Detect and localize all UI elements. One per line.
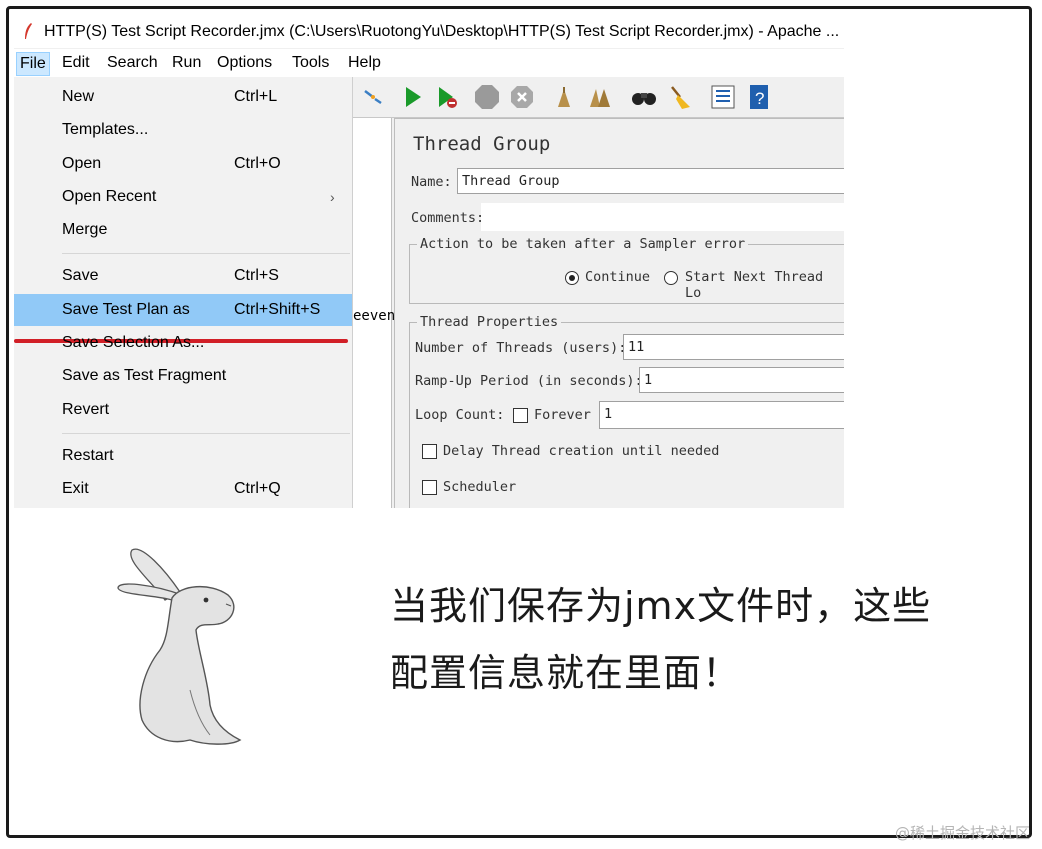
comments-label: Comments: [411,210,485,226]
panel-title: Thread Group [413,133,551,155]
menu-item-new[interactable]: New Ctrl+L [14,82,352,112]
delay-thread-checkbox[interactable] [422,444,437,459]
continue-label: Continue [585,269,651,285]
start-next-thread-radio[interactable] [664,271,678,285]
menu-item-save[interactable]: Save Ctrl+S [14,261,352,291]
file-menu-dropdown: New Ctrl+L Templates... Open Ctrl+O Open R… [14,77,353,508]
stop-icon[interactable] [473,83,501,111]
forever-label: Forever [534,407,591,423]
rabbit-illustration [117,548,242,745]
search-binoculars-icon[interactable] [630,83,658,111]
jmeter-screenshot: HTTP(S) Test Script Recorder.jmx (C:\Use… [14,16,844,508]
start-no-pause-icon[interactable] [433,83,461,111]
rampup-field[interactable]: 1 [639,367,844,393]
caption-line-2: 配置信息就在里面！ [390,651,742,695]
forever-checkbox[interactable] [513,408,528,423]
window-title: HTTP(S) Test Script Recorder.jmx (C:\Use… [44,23,840,40]
rampup-label: Ramp-Up Period (in seconds): [415,373,643,389]
menu-item-save-as-test-fragment[interactable]: Save as Test Fragment [14,361,352,391]
threads-label: Number of Threads (users): [415,340,627,356]
sampler-error-group-title: Action to be taken after a Sampler error [417,236,749,252]
scheduler-label: Scheduler [443,479,517,495]
menu-item-open-recent[interactable]: Open Recent › [14,182,352,212]
menu-run[interactable]: Run [169,52,204,74]
scheduler-checkbox[interactable] [422,480,437,495]
start-next-thread-label: Start Next Thread Lo [685,269,824,301]
menu-file[interactable]: File [16,52,50,76]
title-bar: HTTP(S) Test Script Recorder.jmx (C:\Use… [14,16,844,48]
start-icon[interactable] [399,83,427,111]
continue-radio[interactable] [565,271,579,285]
menu-edit[interactable]: Edit [59,52,93,74]
threads-field[interactable]: 11 [623,334,844,360]
clear-all-icon[interactable] [586,83,614,111]
thread-properties-title: Thread Properties [417,314,562,330]
menu-item-merge[interactable]: Merge [14,215,352,245]
menu-item-restart[interactable]: Restart [14,441,352,471]
menu-item-exit[interactable]: Exit Ctrl+Q [14,474,352,504]
toolbar: ? [353,77,844,118]
menu-search[interactable]: Search [104,52,161,74]
submenu-arrow-icon: › [330,189,335,205]
comments-field[interactable] [481,203,844,231]
menu-bar: File Edit Search Run Options Tools Help [14,49,844,77]
shutdown-icon[interactable] [508,83,536,111]
menu-item-open[interactable]: Open Ctrl+O [14,149,352,179]
function-helper-list-icon[interactable] [709,83,737,111]
clear-icon[interactable] [550,83,578,111]
help-book-icon[interactable]: ? [745,83,773,111]
svg-text:?: ? [755,89,764,108]
watermark: @稀土掘金技术社区 [894,824,1030,842]
menu-separator [62,433,350,434]
menu-item-save-test-plan-as[interactable]: Save Test Plan as Ctrl+Shift+S [14,294,352,326]
menu-item-save-selection-as[interactable]: Save Selection As... [14,328,352,358]
loop-count-field[interactable]: 1 [599,401,844,429]
test-plan-tree[interactable]: eevent [353,118,404,508]
menu-help[interactable]: Help [345,52,384,74]
name-label: Name: [411,174,452,190]
menu-item-templates[interactable]: Templates... [14,115,352,145]
menu-tools[interactable]: Tools [289,52,332,74]
menu-separator [62,253,350,254]
menu-options[interactable]: Options [214,52,275,74]
expand-collapse-icon[interactable] [359,83,387,111]
reset-search-broom-icon[interactable] [666,83,694,111]
caption-line-1: 当我们保存为jmx文件时，这些 [390,584,932,628]
menu-item-revert[interactable]: Revert [14,395,352,425]
thread-group-panel: Thread Group Name: Thread Group Comments… [394,118,844,508]
jmeter-feather-icon [25,23,32,39]
loop-count-label: Loop Count: [415,407,505,423]
name-field[interactable]: Thread Group [457,168,844,194]
delay-thread-label: Delay Thread creation until needed [443,443,720,459]
